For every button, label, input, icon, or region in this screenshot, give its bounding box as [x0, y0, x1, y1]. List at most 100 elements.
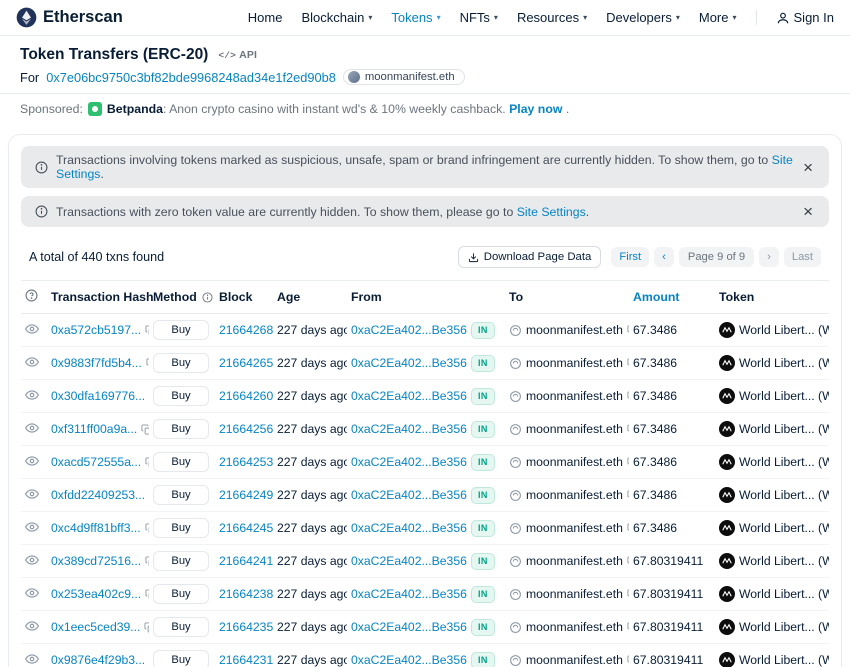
token-name-link[interactable]: World Libert... (WLFI) [739, 389, 829, 403]
tx-hash-link[interactable]: 0x9876e4f29b3... [51, 653, 145, 667]
token-name-link[interactable]: World Libert... (WLFI) [739, 521, 829, 535]
block-link[interactable]: 21664249 [219, 488, 273, 502]
eye-icon[interactable] [25, 454, 39, 468]
close-icon[interactable]: × [801, 159, 815, 176]
tx-hash-link[interactable]: 0x389cd72516... [51, 554, 141, 568]
nav-tokens[interactable]: Tokens▾ [391, 10, 440, 25]
to-address-link[interactable]: moonmanifest.eth [526, 323, 623, 337]
question-circle-icon[interactable] [25, 289, 38, 302]
pagination-last-button[interactable]: Last [784, 247, 821, 267]
info-icon[interactable] [202, 292, 213, 303]
token-name-link[interactable]: World Libert... (WLFI) [739, 653, 829, 667]
from-address-link[interactable]: 0xaC2Ea402...Be3560C22 [351, 521, 467, 535]
method-button[interactable]: Buy [153, 650, 209, 667]
tx-hash-link[interactable]: 0xfdd22409253... [51, 488, 145, 502]
method-button[interactable]: Buy [153, 551, 209, 571]
nav-blockchain[interactable]: Blockchain▾ [301, 10, 372, 25]
method-button[interactable]: Buy [153, 320, 209, 340]
eye-icon[interactable] [25, 553, 39, 567]
block-link[interactable]: 21664238 [219, 587, 273, 601]
block-link[interactable]: 21664235 [219, 620, 273, 634]
copy-icon[interactable] [145, 457, 149, 468]
token-name-link[interactable]: World Libert... (WLFI) [739, 488, 829, 502]
site-settings-link[interactable]: Site Settings [517, 205, 586, 219]
block-link[interactable]: 21664231 [219, 653, 273, 667]
tx-hash-link[interactable]: 0xf311ff00a9a... [51, 422, 137, 436]
to-address-link[interactable]: moonmanifest.eth [526, 488, 623, 502]
copy-icon[interactable] [144, 622, 149, 633]
copy-icon[interactable] [627, 391, 629, 402]
copy-icon[interactable] [627, 358, 629, 369]
to-address-link[interactable]: moonmanifest.eth [526, 620, 623, 634]
token-name-link[interactable]: World Libert... (WLFI) [739, 356, 829, 370]
block-link[interactable]: 21664265 [219, 356, 273, 370]
copy-icon[interactable] [627, 424, 629, 435]
to-address-link[interactable]: moonmanifest.eth [526, 554, 623, 568]
nav-developers[interactable]: Developers▾ [606, 10, 680, 25]
method-button[interactable]: Buy [153, 353, 209, 373]
eye-icon[interactable] [25, 520, 39, 534]
to-address-link[interactable]: moonmanifest.eth [526, 587, 623, 601]
to-address-link[interactable]: moonmanifest.eth [526, 455, 623, 469]
column-header-amount[interactable]: Amount [629, 281, 715, 314]
eye-icon[interactable] [25, 421, 39, 435]
from-address-link[interactable]: 0xaC2Ea402...Be3560C22 [351, 356, 467, 370]
block-link[interactable]: 21664260 [219, 389, 273, 403]
tx-hash-link[interactable]: 0x9883f7fd5b4... [51, 356, 142, 370]
method-button[interactable]: Buy [153, 452, 209, 472]
copy-icon[interactable] [145, 556, 149, 567]
to-address-link[interactable]: moonmanifest.eth [526, 422, 623, 436]
eye-icon[interactable] [25, 322, 39, 336]
from-address-link[interactable]: 0xaC2Ea402...Be3560C22 [351, 488, 467, 502]
close-icon[interactable]: × [801, 203, 815, 220]
tx-hash-link[interactable]: 0xc4d9ff81bff3... [51, 521, 141, 535]
tx-hash-link[interactable]: 0x1eec5ced39... [51, 620, 140, 634]
method-button[interactable]: Buy [153, 617, 209, 637]
eye-icon[interactable] [25, 487, 39, 501]
nav-nfts[interactable]: NFTs▾ [460, 10, 498, 25]
nav-resources[interactable]: Resources▾ [517, 10, 587, 25]
token-name-link[interactable]: World Libert... (WLFI) [739, 455, 829, 469]
from-address-link[interactable]: 0xaC2Ea402...Be3560C22 [351, 422, 467, 436]
from-address-link[interactable]: 0xaC2Ea402...Be3560C22 [351, 620, 467, 634]
sponsored-brand[interactable]: Betpanda [107, 102, 163, 116]
token-name-link[interactable]: World Libert... (WLFI) [739, 554, 829, 568]
eye-icon[interactable] [25, 586, 39, 600]
from-address-link[interactable]: 0xaC2Ea402...Be3560C22 [351, 455, 467, 469]
block-link[interactable]: 21664253 [219, 455, 273, 469]
download-page-data-button[interactable]: Download Page Data [458, 246, 602, 268]
copy-icon[interactable] [627, 655, 629, 666]
to-address-link[interactable]: moonmanifest.eth [526, 389, 623, 403]
copy-icon[interactable] [146, 358, 149, 369]
token-name-link[interactable]: World Libert... (WLFI) [739, 422, 829, 436]
method-button[interactable]: Buy [153, 485, 209, 505]
eye-icon[interactable] [25, 652, 39, 666]
nav-more[interactable]: More▾ [699, 10, 737, 25]
tx-hash-link[interactable]: 0xacd572555a... [51, 455, 141, 469]
from-address-link[interactable]: 0xaC2Ea402...Be3560C22 [351, 653, 467, 667]
etherscan-logo[interactable]: Etherscan [16, 7, 123, 28]
method-button[interactable]: Buy [153, 518, 209, 538]
nav-home[interactable]: Home [248, 10, 283, 25]
copy-icon[interactable] [627, 589, 629, 600]
from-address-link[interactable]: 0xaC2Ea402...Be3560C22 [351, 587, 467, 601]
block-link[interactable]: 21664256 [219, 422, 273, 436]
pagination-next-button[interactable]: › [759, 247, 779, 267]
column-header-age[interactable]: Age [273, 281, 347, 314]
block-link[interactable]: 21664241 [219, 554, 273, 568]
copy-icon[interactable] [627, 622, 629, 633]
eye-icon[interactable] [25, 619, 39, 633]
tx-hash-link[interactable]: 0xa572cb5197... [51, 323, 141, 337]
eye-icon[interactable] [25, 355, 39, 369]
to-address-link[interactable]: moonmanifest.eth [526, 356, 623, 370]
sign-in-button[interactable]: Sign In [776, 10, 834, 25]
token-name-link[interactable]: World Libert... (WLFI) [739, 323, 829, 337]
token-name-link[interactable]: World Libert... (WLFI) [739, 620, 829, 634]
token-name-link[interactable]: World Libert... (WLFI) [739, 587, 829, 601]
copy-icon[interactable] [627, 325, 629, 336]
block-link[interactable]: 21664245 [219, 521, 273, 535]
method-button[interactable]: Buy [153, 419, 209, 439]
tx-hash-link[interactable]: 0x253ea402c9... [51, 587, 141, 601]
address-link[interactable]: 0x7e06bc9750c3bf82bde9968248ad34e1f2ed90… [46, 70, 336, 85]
to-address-link[interactable]: moonmanifest.eth [526, 653, 623, 667]
